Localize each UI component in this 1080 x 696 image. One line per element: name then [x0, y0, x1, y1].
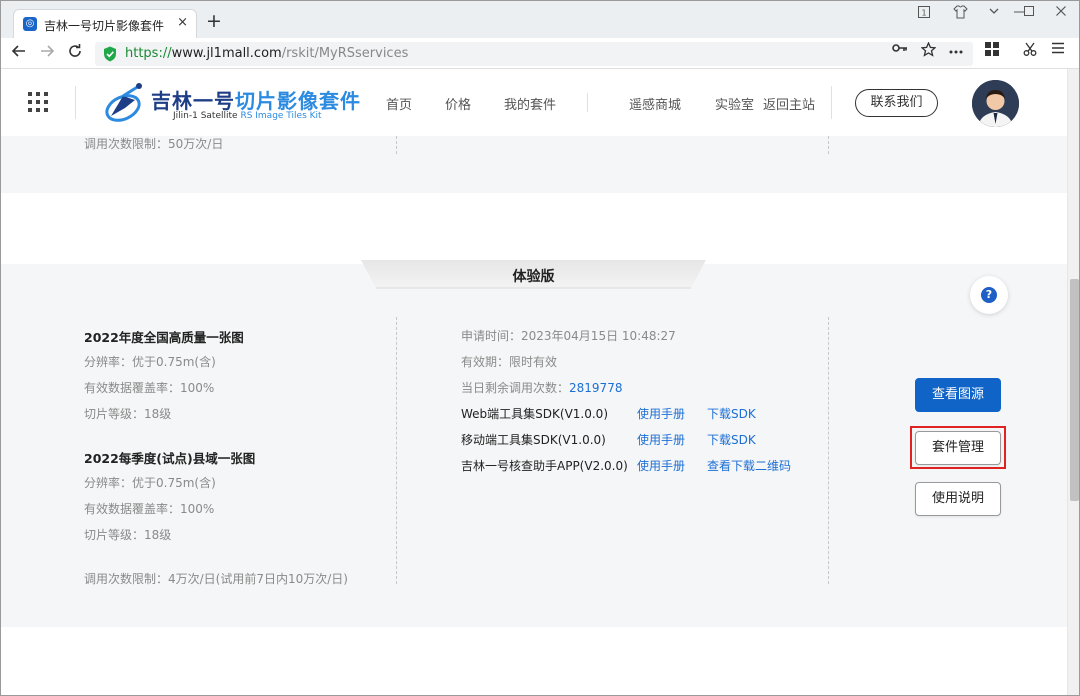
plan-tab-trial: 体验版 [361, 260, 706, 290]
sdk-download-link[interactable]: 下载SDK [707, 405, 756, 422]
maximize-icon[interactable] [1019, 5, 1039, 21]
remaining-calls-value: 2819778 [569, 381, 623, 395]
dashed-divider [828, 317, 829, 584]
product-coverage: 有效数据覆盖率：100% [84, 381, 215, 395]
star-bookmark-icon[interactable] [918, 41, 938, 61]
logo-brand-text: 吉林一号切片影像套件 [151, 89, 361, 113]
previous-plan-section: 调用次数限制：50万次/日 [1, 136, 1079, 193]
nav-divider [587, 93, 588, 112]
site-header: 吉林一号切片影像套件 Jilin-1 Satellite RS Image Ti… [1, 69, 1079, 136]
dashed-divider [828, 136, 829, 154]
key-icon[interactable] [890, 42, 910, 58]
prev-call-limit: 调用次数限制：50万次/日 [84, 137, 224, 151]
page-scrollbar[interactable] [1067, 69, 1079, 695]
sdk-manual-link[interactable]: 使用手册 [637, 405, 685, 422]
product-resolution: 分辨率：优于0.75m(含) [84, 355, 216, 369]
product-coverage: 有效数据覆盖率：100% [84, 502, 215, 516]
sdk-name: 移动端工具集SDK(V1.0.0) [461, 433, 606, 447]
nav-rs-mall[interactable]: 遥感商城 [629, 94, 681, 113]
remaining-calls: 当日剩余调用次数：2819778 [461, 381, 623, 395]
sdk-manual-link[interactable]: 使用手册 [637, 457, 685, 474]
dashed-divider [396, 317, 397, 584]
menu-chevron-icon[interactable] [984, 5, 1004, 21]
close-window-icon[interactable] [1051, 5, 1071, 21]
browser-tab[interactable]: ◎ 吉林一号切片影像套件 × [13, 9, 197, 38]
instructions-button[interactable]: 使用说明 [915, 482, 1001, 516]
tab-close-icon[interactable]: × [177, 15, 188, 30]
contact-us-button[interactable]: 联系我们 [855, 89, 938, 117]
nav-my-kits[interactable]: 我的套件 [504, 94, 556, 113]
sdk-download-link[interactable]: 下载SDK [707, 431, 756, 448]
logo-subtitle: Jilin-1 Satellite RS Image Tiles Kit [173, 111, 322, 121]
back-arrow-icon[interactable] [9, 43, 29, 63]
tab-title: 吉林一号切片影像套件 [44, 19, 165, 33]
dashed-divider [396, 136, 397, 154]
nav-pricing[interactable]: 价格 [445, 94, 471, 113]
skin-shirt-icon[interactable] [950, 5, 970, 23]
scrollbar-thumb[interactable] [1070, 279, 1079, 501]
nav-divider-right [831, 86, 832, 119]
site-favicon-icon: ◎ [23, 17, 37, 31]
more-dots-icon[interactable] [946, 42, 966, 58]
hamburger-menu-icon[interactable] [1048, 42, 1068, 58]
nav-lab[interactable]: 实验室 [715, 94, 754, 113]
tab-count-icon[interactable]: 1 [914, 5, 934, 23]
satellite-logo-icon [105, 83, 142, 122]
app-grid-icon[interactable] [28, 92, 48, 112]
help-question-icon: ? [981, 287, 997, 303]
product-tile-level: 切片等级：18级 [84, 407, 172, 421]
apps-grid-icon[interactable] [982, 42, 1002, 60]
secure-shield-icon [104, 46, 116, 62]
product-tile-level: 切片等级：18级 [84, 528, 172, 542]
svg-text:1: 1 [921, 9, 926, 18]
product-name: 2022每季度(试点)县域一张图 [84, 451, 256, 466]
user-avatar[interactable] [972, 80, 1019, 127]
site-logo[interactable]: 吉林一号切片影像套件 Jilin-1 Satellite RS Image Ti… [101, 82, 360, 126]
reload-icon[interactable] [65, 43, 85, 63]
help-button[interactable]: ? [970, 276, 1008, 314]
product-resolution: 分辨率：优于0.75m(含) [84, 476, 216, 490]
address-bar[interactable]: https://www.jl1mall.com/rskit/MyRSservic… [95, 42, 973, 66]
sdk-name: Web端工具集SDK(V1.0.0) [461, 407, 608, 421]
call-limit: 调用次数限制：4万次/日(试用前7日内10万次/日) [84, 572, 348, 586]
new-tab-icon[interactable]: + [206, 11, 222, 31]
view-source-button[interactable]: 查看图源 [915, 378, 1001, 412]
nav-home[interactable]: 首页 [386, 94, 412, 113]
app-qrcode-link[interactable]: 查看下载二维码 [707, 457, 791, 474]
plan-tab-label: 体验版 [512, 269, 555, 285]
apply-time: 申请时间：2023年04月15日 10:48:27 [461, 329, 676, 343]
sdk-manual-link[interactable]: 使用手册 [637, 431, 685, 448]
highlight-box [910, 426, 1006, 469]
validity: 有效期：限时有效 [461, 355, 558, 369]
browser-window: ◎ 吉林一号切片影像套件 × + 1 https://www.jl1mall.c… [0, 0, 1080, 696]
scissors-icon[interactable] [1020, 42, 1040, 60]
tab-strip: ◎ 吉林一号切片影像套件 × + 1 [1, 1, 1079, 38]
product-name: 2022年度全国高质量一张图 [84, 330, 244, 345]
nav-back-main[interactable]: 返回主站 [763, 94, 815, 113]
forward-arrow-icon[interactable] [37, 43, 57, 63]
browser-toolbar: https://www.jl1mall.com/rskit/MyRSservic… [1, 38, 1079, 69]
header-divider [75, 86, 76, 119]
sdk-name: 吉林一号核查助手APP(V2.0.0) [461, 459, 628, 473]
url-text: https://www.jl1mall.com/rskit/MyRSservic… [125, 46, 409, 61]
